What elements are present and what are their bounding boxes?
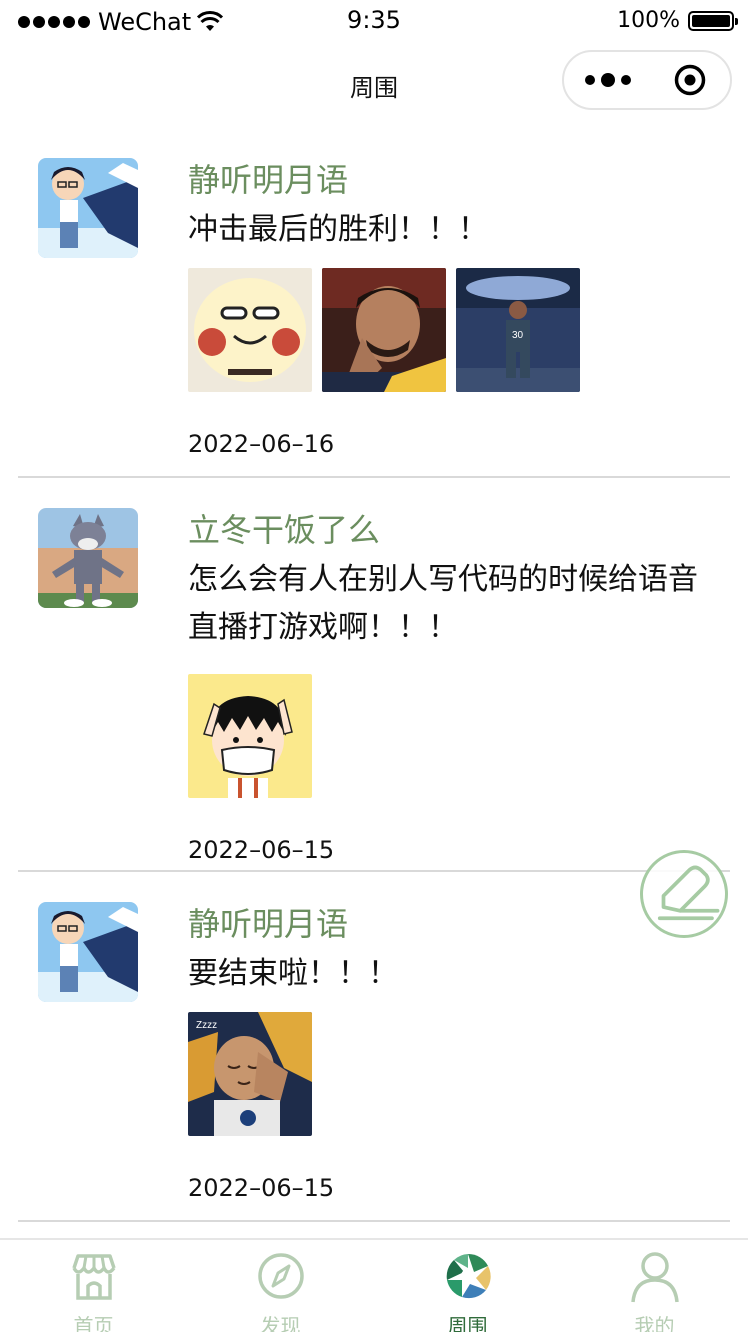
- post-content: 冲击最后的胜利！！！: [188, 206, 708, 254]
- tab-label: 发现: [187, 1310, 374, 1332]
- feed-list: 静听明月语 冲击最后的胜利！！！: [0, 128, 748, 1222]
- post-images: Zzzz: [188, 1012, 730, 1136]
- app-screen: WeChat 9:35 100% 周围: [0, 0, 748, 1332]
- status-right: 100%: [617, 8, 734, 33]
- more-icon[interactable]: [578, 62, 638, 98]
- post-author[interactable]: 静听明月语: [188, 158, 730, 202]
- miniprogram-capsule: [562, 50, 732, 110]
- tab-label: 周围: [374, 1310, 561, 1332]
- close-target-icon[interactable]: [674, 64, 706, 96]
- tab-label: 我的: [561, 1310, 748, 1332]
- tab-mine[interactable]: 我的: [561, 1240, 748, 1332]
- user-icon: [627, 1248, 683, 1304]
- nav-bar: 周围: [0, 44, 748, 128]
- post-content: 要结束啦！！！: [188, 950, 708, 998]
- post-date: 2022–06–15: [188, 1174, 730, 1216]
- home-icon: [66, 1248, 122, 1304]
- post-date: 2022–06–16: [188, 430, 730, 472]
- basketball-player-praying-image[interactable]: [322, 268, 446, 392]
- svg-text:30: 30: [512, 330, 524, 341]
- conan-avatar[interactable]: [38, 902, 138, 1002]
- pigeon-sticker-image[interactable]: [188, 268, 312, 392]
- post-body: 静听明月语 冲击最后的胜利！！！: [188, 128, 730, 472]
- tab-nearby[interactable]: 周围: [374, 1240, 561, 1332]
- tab-bar: 首页 发现 周围 我的: [0, 1238, 748, 1332]
- post-body: 立冬干饭了么 怎么会有人在别人写代码的时候给语音直播打游戏啊！！！: [188, 478, 730, 878]
- aperture-icon: [440, 1248, 496, 1304]
- sleeping-player-cartoon-image[interactable]: Zzzz: [188, 1012, 312, 1136]
- svg-text:Zzzz: Zzzz: [196, 1020, 217, 1031]
- post-author[interactable]: 立冬干饭了么: [188, 508, 730, 552]
- feed-post[interactable]: 静听明月语 要结束啦！！！: [18, 872, 730, 1222]
- tab-discover[interactable]: 发现: [187, 1240, 374, 1332]
- masked-cartoon-kid-image[interactable]: [188, 674, 312, 798]
- battery-percent: 100%: [617, 8, 680, 33]
- post-images: [188, 674, 730, 798]
- conan-avatar[interactable]: [38, 158, 138, 258]
- battery-icon: [688, 11, 734, 31]
- edit-fab-button[interactable]: [640, 850, 728, 938]
- post-images: 30: [188, 268, 730, 392]
- post-content: 怎么会有人在别人写代码的时候给语音直播打游戏啊！！！: [188, 556, 708, 652]
- feed-post[interactable]: 静听明月语 冲击最后的胜利！！！: [18, 128, 730, 478]
- basketball-player-court-image[interactable]: 30: [456, 268, 580, 392]
- compass-icon: [253, 1248, 309, 1304]
- tab-label: 首页: [0, 1310, 187, 1332]
- tab-home[interactable]: 首页: [0, 1240, 187, 1332]
- feed-post[interactable]: 立冬干饭了么 怎么会有人在别人写代码的时候给语音直播打游戏啊！！！: [18, 478, 730, 872]
- status-bar: WeChat 9:35 100%: [0, 0, 748, 44]
- tom-cat-avatar[interactable]: [38, 508, 138, 608]
- edit-icon: [643, 853, 725, 935]
